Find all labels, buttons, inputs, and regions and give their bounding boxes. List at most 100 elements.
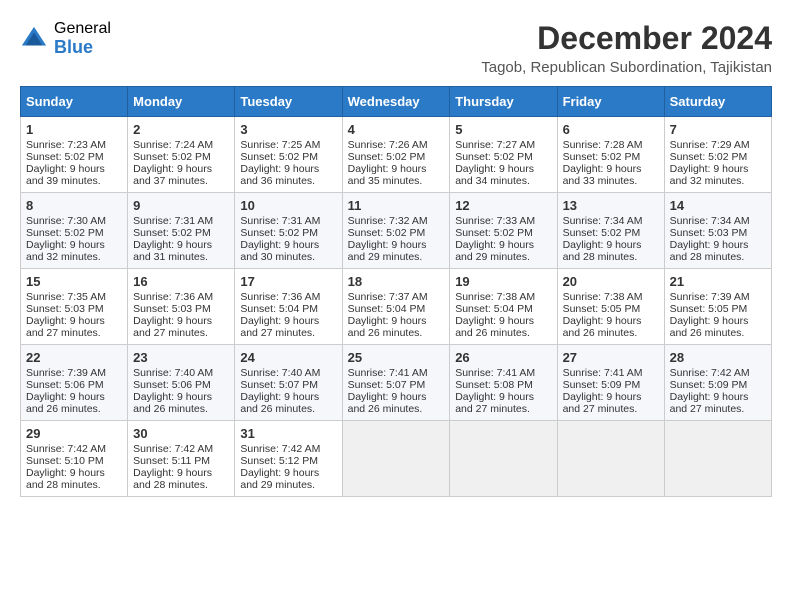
day-info: Sunset: 5:07 PM [240, 379, 336, 391]
month-title: December 2024 [481, 20, 772, 57]
day-info: Daylight: 9 hours and 37 minutes. [133, 163, 229, 187]
day-info: Sunrise: 7:41 AM [455, 367, 551, 379]
day-info: Sunrise: 7:39 AM [670, 291, 766, 303]
logo-general: General [54, 20, 111, 38]
weekday-header: Sunday [21, 87, 128, 117]
day-info: Daylight: 9 hours and 28 minutes. [133, 467, 229, 491]
day-info: Sunset: 5:09 PM [563, 379, 659, 391]
calendar-cell: 30Sunrise: 7:42 AMSunset: 5:11 PMDayligh… [128, 421, 235, 497]
calendar-cell: 19Sunrise: 7:38 AMSunset: 5:04 PMDayligh… [450, 269, 557, 345]
day-number: 16 [133, 274, 229, 289]
calendar-cell: 10Sunrise: 7:31 AMSunset: 5:02 PMDayligh… [235, 193, 342, 269]
calendar-cell [342, 421, 450, 497]
day-info: Daylight: 9 hours and 26 minutes. [26, 391, 122, 415]
day-info: Sunset: 5:02 PM [26, 227, 122, 239]
logo-text: General Blue [54, 20, 111, 57]
calendar-cell: 18Sunrise: 7:37 AMSunset: 5:04 PMDayligh… [342, 269, 450, 345]
calendar-week-row: 8Sunrise: 7:30 AMSunset: 5:02 PMDaylight… [21, 193, 772, 269]
day-number: 19 [455, 274, 551, 289]
day-number: 14 [670, 198, 766, 213]
day-info: Daylight: 9 hours and 31 minutes. [133, 239, 229, 263]
day-info: Sunset: 5:04 PM [348, 303, 445, 315]
day-info: Daylight: 9 hours and 28 minutes. [563, 239, 659, 263]
day-number: 5 [455, 122, 551, 137]
calendar-cell: 16Sunrise: 7:36 AMSunset: 5:03 PMDayligh… [128, 269, 235, 345]
calendar-cell: 6Sunrise: 7:28 AMSunset: 5:02 PMDaylight… [557, 117, 664, 193]
day-info: Sunrise: 7:27 AM [455, 139, 551, 151]
weekday-header: Monday [128, 87, 235, 117]
day-info: Daylight: 9 hours and 26 minutes. [348, 391, 445, 415]
day-info: Sunrise: 7:38 AM [563, 291, 659, 303]
day-info: Daylight: 9 hours and 36 minutes. [240, 163, 336, 187]
day-info: Sunset: 5:06 PM [26, 379, 122, 391]
day-number: 2 [133, 122, 229, 137]
weekday-header: Saturday [664, 87, 771, 117]
day-info: Sunrise: 7:41 AM [563, 367, 659, 379]
day-number: 15 [26, 274, 122, 289]
day-info: Sunrise: 7:24 AM [133, 139, 229, 151]
weekday-header-row: SundayMondayTuesdayWednesdayThursdayFrid… [21, 87, 772, 117]
day-info: Sunrise: 7:42 AM [240, 443, 336, 455]
day-info: Daylight: 9 hours and 26 minutes. [348, 315, 445, 339]
day-info: Sunset: 5:12 PM [240, 455, 336, 467]
day-info: Sunrise: 7:30 AM [26, 215, 122, 227]
day-number: 11 [348, 198, 445, 213]
day-info: Sunrise: 7:32 AM [348, 215, 445, 227]
day-info: Sunset: 5:02 PM [26, 151, 122, 163]
day-info: Daylight: 9 hours and 26 minutes. [563, 315, 659, 339]
calendar-cell: 4Sunrise: 7:26 AMSunset: 5:02 PMDaylight… [342, 117, 450, 193]
day-number: 3 [240, 122, 336, 137]
day-number: 30 [133, 426, 229, 441]
day-info: Sunset: 5:02 PM [348, 227, 445, 239]
day-number: 6 [563, 122, 659, 137]
day-info: Sunrise: 7:28 AM [563, 139, 659, 151]
day-info: Sunrise: 7:42 AM [26, 443, 122, 455]
calendar-cell: 13Sunrise: 7:34 AMSunset: 5:02 PMDayligh… [557, 193, 664, 269]
calendar-cell: 9Sunrise: 7:31 AMSunset: 5:02 PMDaylight… [128, 193, 235, 269]
day-info: Sunrise: 7:42 AM [670, 367, 766, 379]
day-number: 31 [240, 426, 336, 441]
logo-icon [20, 25, 48, 53]
day-number: 12 [455, 198, 551, 213]
calendar-cell: 22Sunrise: 7:39 AMSunset: 5:06 PMDayligh… [21, 345, 128, 421]
day-info: Sunrise: 7:36 AM [240, 291, 336, 303]
day-info: Daylight: 9 hours and 27 minutes. [240, 315, 336, 339]
location: Tagob, Republican Subordination, Tajikis… [481, 59, 772, 76]
day-info: Sunset: 5:02 PM [563, 151, 659, 163]
day-info: Daylight: 9 hours and 32 minutes. [26, 239, 122, 263]
day-info: Daylight: 9 hours and 35 minutes. [348, 163, 445, 187]
day-info: Sunrise: 7:40 AM [133, 367, 229, 379]
day-info: Sunrise: 7:41 AM [348, 367, 445, 379]
day-info: Sunset: 5:10 PM [26, 455, 122, 467]
day-info: Daylight: 9 hours and 34 minutes. [455, 163, 551, 187]
calendar-cell: 24Sunrise: 7:40 AMSunset: 5:07 PMDayligh… [235, 345, 342, 421]
calendar-cell: 15Sunrise: 7:35 AMSunset: 5:03 PMDayligh… [21, 269, 128, 345]
day-info: Sunset: 5:02 PM [670, 151, 766, 163]
day-info: Sunrise: 7:37 AM [348, 291, 445, 303]
day-info: Sunset: 5:03 PM [670, 227, 766, 239]
day-info: Sunset: 5:04 PM [240, 303, 336, 315]
day-info: Sunrise: 7:29 AM [670, 139, 766, 151]
day-info: Sunrise: 7:31 AM [240, 215, 336, 227]
calendar-cell: 27Sunrise: 7:41 AMSunset: 5:09 PMDayligh… [557, 345, 664, 421]
day-info: Daylight: 9 hours and 39 minutes. [26, 163, 122, 187]
day-number: 4 [348, 122, 445, 137]
calendar-week-row: 29Sunrise: 7:42 AMSunset: 5:10 PMDayligh… [21, 421, 772, 497]
day-info: Sunset: 5:11 PM [133, 455, 229, 467]
calendar-cell: 25Sunrise: 7:41 AMSunset: 5:07 PMDayligh… [342, 345, 450, 421]
day-info: Daylight: 9 hours and 29 minutes. [455, 239, 551, 263]
calendar-cell: 5 Sunrise: 7:27 AMSunset: 5:02 PMDaylight… [450, 117, 557, 193]
day-info: Daylight: 9 hours and 32 minutes. [670, 163, 766, 187]
day-info: Daylight: 9 hours and 26 minutes. [133, 391, 229, 415]
day-info: Sunrise: 7:39 AM [26, 367, 122, 379]
logo-blue: Blue [54, 38, 111, 58]
calendar-cell: 23Sunrise: 7:40 AMSunset: 5:06 PMDayligh… [128, 345, 235, 421]
calendar-cell: 26Sunrise: 7:41 AMSunset: 5:08 PMDayligh… [450, 345, 557, 421]
day-number: 24 [240, 350, 336, 365]
calendar-cell [450, 421, 557, 497]
day-info: Sunset: 5:02 PM [455, 151, 551, 163]
day-info: Daylight: 9 hours and 26 minutes. [455, 315, 551, 339]
day-info: Sunset: 5:03 PM [26, 303, 122, 315]
day-info: Sunset: 5:05 PM [670, 303, 766, 315]
day-number: 27 [563, 350, 659, 365]
